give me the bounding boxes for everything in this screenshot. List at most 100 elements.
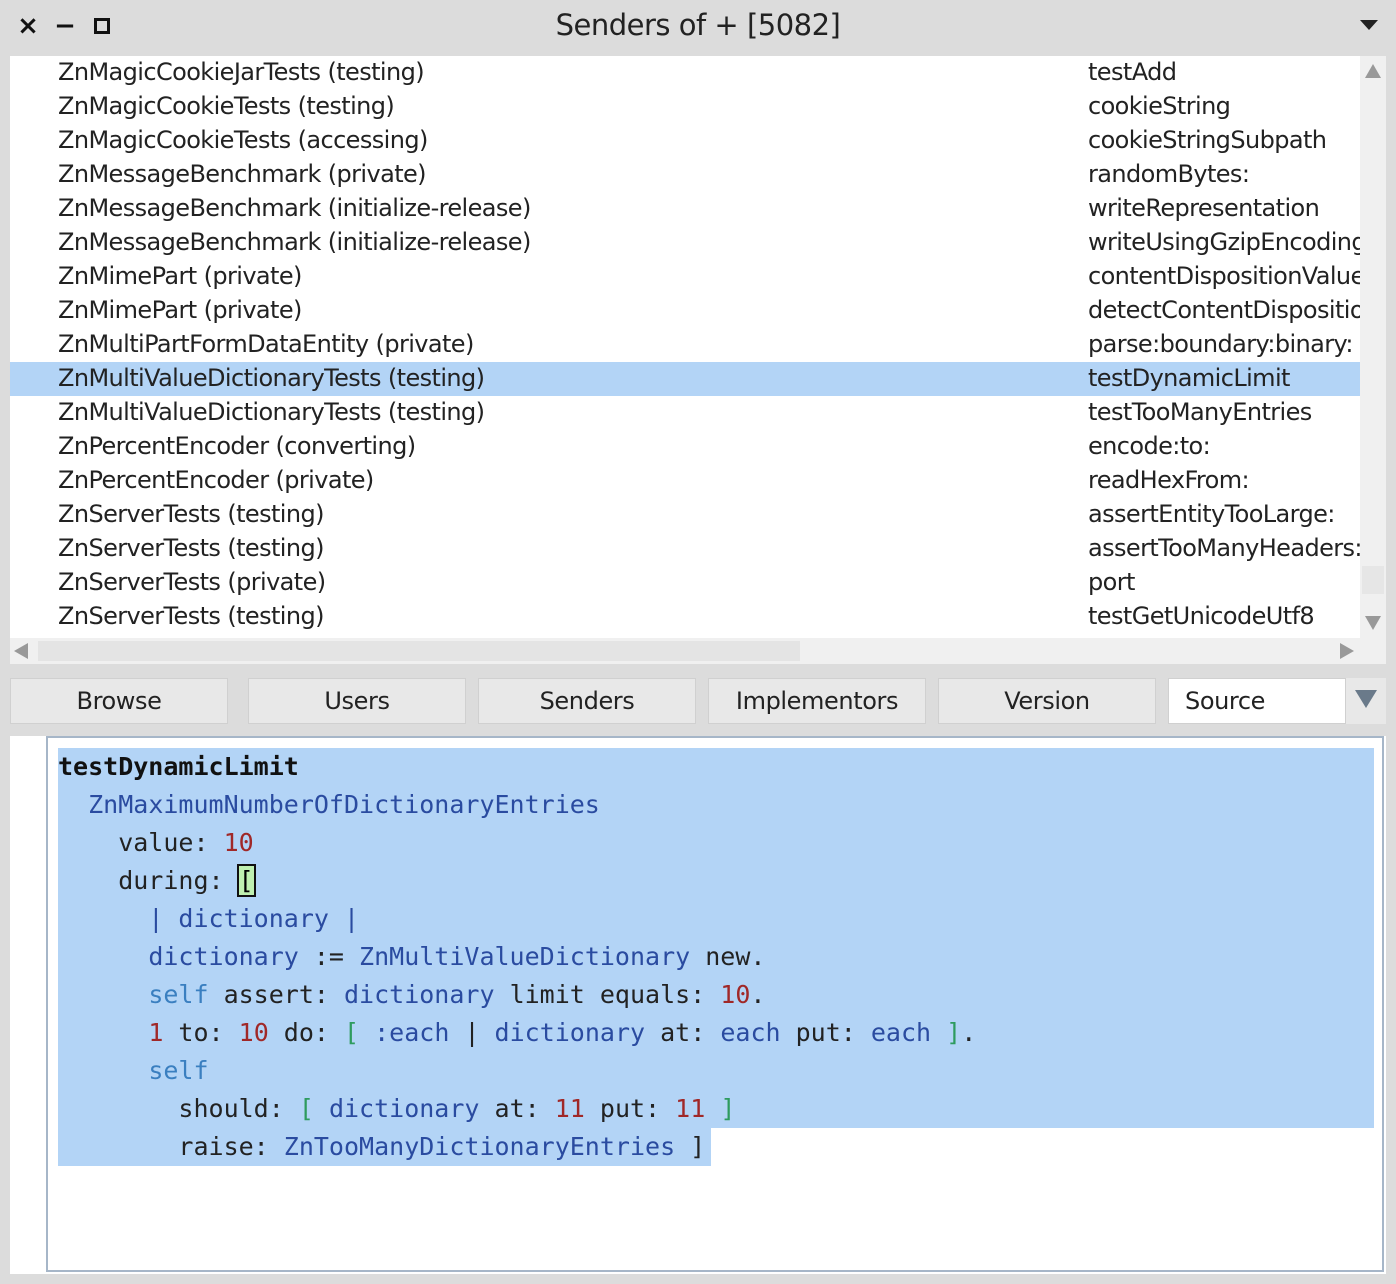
code-line: dictionary := ZnMultiValueDictionary new…	[58, 938, 1374, 976]
scroll-thumb[interactable]	[1362, 566, 1384, 594]
selector-label: testDynamicLimit	[1088, 364, 1290, 392]
scroll-down-icon[interactable]	[1365, 616, 1381, 630]
class-category-label: ZnServerTests (private)	[58, 568, 326, 596]
code-line: testDynamicLimit	[58, 748, 1374, 786]
code-token: value:	[58, 828, 224, 857]
scroll-left-icon[interactable]	[14, 643, 28, 659]
list-item[interactable]: ZnMagicCookieTests (testing) cookieString	[10, 90, 1360, 124]
code-token: dictionary	[148, 942, 299, 971]
code-token: during:	[58, 866, 239, 895]
class-category-label: ZnPercentEncoder (converting)	[58, 432, 416, 460]
code-line: should: [ dictionary at: 11 put: 11 ]	[58, 1090, 1374, 1128]
list-item[interactable]: ZnPercentEncoder (private) readHexFrom:	[10, 464, 1360, 498]
title-bar: × − Senders of + [5082]	[0, 0, 1396, 56]
code-token: testDynamicLimit	[58, 752, 299, 781]
list-item[interactable]: ZnPercentEncoder (converting) encode:to:	[10, 430, 1360, 464]
senders-list[interactable]: ZnMagicCookieJarTests (testing) testAdd Zn…	[10, 56, 1360, 638]
code-token: 1	[148, 1018, 164, 1047]
list-item[interactable]: ZnServerTests (testing) testGetUnicodeUtf…	[10, 600, 1360, 634]
list-item[interactable]: ZnMimePart (private) detectContentDisposi…	[10, 294, 1360, 328]
code-line: ZnMaximumNumberOfDictionaryEntries	[58, 786, 1374, 824]
code-token: should:	[58, 1094, 299, 1123]
code-token: assert:	[208, 980, 344, 1009]
horizontal-scroll-thumb[interactable]	[38, 641, 800, 661]
class-category-label: ZnMimePart (private)	[58, 262, 302, 290]
code-token: to:	[163, 1018, 239, 1047]
code-line: during: [	[58, 862, 1374, 900]
source-editor[interactable]: testDynamicLimit ZnMaximumNumberOfDictio…	[10, 736, 1386, 1274]
vertical-scrollbar[interactable]	[1360, 56, 1386, 638]
code-token: put:	[780, 1018, 871, 1047]
code-token: .	[961, 1018, 977, 1047]
list-item[interactable]: ZnMagicCookieTests (accessing) cookieStri…	[10, 124, 1360, 158]
code-token: .	[750, 980, 766, 1009]
selector-label: contentDispositionValues	[1088, 262, 1360, 290]
code-token: ZnMultiValueDictionary	[359, 942, 691, 971]
implementors-button[interactable]: Implementors	[708, 678, 926, 724]
code-token: ]	[675, 1132, 706, 1161]
list-item[interactable]: ZnMessageBenchmark (private) randomBytes:	[10, 158, 1360, 192]
selector-label: testAdd	[1088, 58, 1177, 86]
class-category-label: ZnServerTests (testing)	[58, 602, 324, 630]
list-item[interactable]: ZnMimePart (private) contentDispositionVa…	[10, 260, 1360, 294]
list-item[interactable]: ZnMultiValueDictionaryTests (testing) tes…	[10, 396, 1360, 430]
list-item[interactable]: ZnServerTests (testing) assertTooManyHead…	[10, 532, 1360, 566]
cursor-bracket: [	[236, 864, 256, 897]
horizontal-scrollbar[interactable]	[10, 638, 1386, 664]
users-button[interactable]: Users	[248, 678, 466, 724]
class-category-label: ZnMultiValueDictionaryTests (testing)	[58, 398, 485, 426]
selector-label: testGetUnicodeUtf8	[1088, 602, 1315, 630]
scroll-right-icon[interactable]	[1340, 643, 1354, 659]
class-category-label: ZnMultiPartFormDataEntity (private)	[58, 330, 474, 358]
code-token: 11	[675, 1094, 706, 1123]
code-token: dictionary	[344, 980, 495, 1009]
selector-label: cookieString	[1088, 92, 1231, 120]
code-token: 10	[223, 828, 254, 857]
code-token: raise:	[58, 1132, 284, 1161]
code-token: [	[298, 1094, 314, 1123]
selector-label: randomBytes:	[1088, 160, 1250, 188]
code-token: ]	[705, 1094, 736, 1123]
scroll-up-icon[interactable]	[1365, 64, 1381, 78]
list-item[interactable]: ZnServerTests (testing) assertEntityTooLa…	[10, 498, 1360, 532]
code-token: at:	[479, 1094, 555, 1123]
code-line: raise: ZnTooManyDictionaryEntries ]	[58, 1128, 712, 1166]
selector-label: writeRepresentation	[1088, 194, 1320, 222]
code-line: self	[58, 1052, 1374, 1090]
list-item[interactable]: ZnMultiPartFormDataEntity (private) parse…	[10, 328, 1360, 362]
source-mode-dropdown[interactable]: Source	[1168, 678, 1346, 724]
code-line: value: 10	[58, 824, 1374, 862]
list-item[interactable]: ZnServerTests (private) port	[10, 566, 1360, 600]
class-category-label: ZnMessageBenchmark (initialize-release)	[58, 194, 531, 222]
code-token: [	[344, 1018, 360, 1047]
window-menu-icon[interactable]	[1360, 20, 1378, 30]
code-token: at:	[645, 1018, 721, 1047]
list-item[interactable]: ZnMessageBenchmark (initialize-release) w…	[10, 226, 1360, 260]
class-category-label: ZnMagicCookieTests (testing)	[58, 92, 395, 120]
code-token: 11	[554, 1094, 585, 1123]
code-token: self	[148, 980, 209, 1009]
class-category-label: ZnMultiValueDictionaryTests (testing)	[58, 364, 485, 392]
selector-label: parse:boundary:binary:	[1088, 330, 1353, 358]
senders-button[interactable]: Senders	[478, 678, 696, 724]
code-token: ZnTooManyDictionaryEntries	[283, 1132, 676, 1161]
source-dropdown-toggle[interactable]	[1346, 678, 1386, 724]
class-category-label: ZnMagicCookieJarTests (testing)	[58, 58, 425, 86]
code-token: dictionary	[313, 1094, 480, 1123]
code-token: :=	[298, 942, 360, 971]
code-token: :each	[359, 1018, 465, 1047]
selector-label: assertTooManyHeaders:	[1088, 534, 1360, 562]
list-item[interactable]: ZnMultiValueDictionaryTests (testing) tes…	[10, 362, 1360, 396]
list-item[interactable]: ZnMagicCookieJarTests (testing) testAdd	[10, 56, 1360, 90]
list-item[interactable]: ZnMessageBenchmark (initialize-release) w…	[10, 192, 1360, 226]
version-button[interactable]: Version	[938, 678, 1156, 724]
browse-button[interactable]: Browse	[10, 678, 228, 724]
selector-label: testTooManyEntries	[1088, 398, 1312, 426]
code-token: dictionary	[479, 1018, 646, 1047]
code-token: ]	[931, 1018, 962, 1047]
selector-label: cookieStringSubpath	[1088, 126, 1327, 154]
class-category-label: ZnPercentEncoder (private)	[58, 466, 374, 494]
code-token: limit equals:	[494, 980, 721, 1009]
